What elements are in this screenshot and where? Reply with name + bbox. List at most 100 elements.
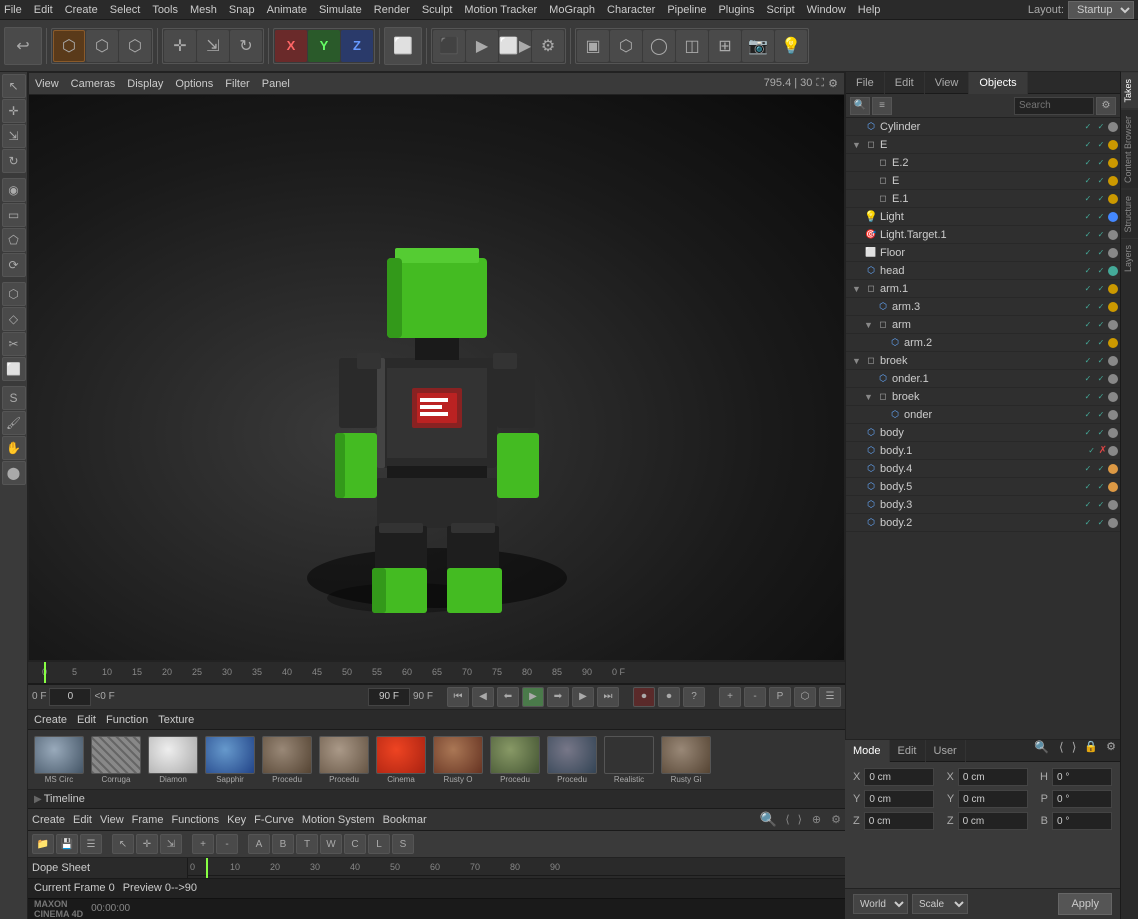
obj-row-light[interactable]: 💡 Light ✓ ✓ — [846, 208, 1120, 226]
tab-edit[interactable]: Edit — [885, 72, 925, 94]
scale-tool[interactable]: ⇲ — [2, 124, 26, 148]
obj-row-body2[interactable]: ⬡ body.2 ✓ ✓ — [846, 514, 1120, 532]
menu-mesh[interactable]: Mesh — [190, 4, 217, 16]
menu-window[interactable]: Window — [807, 4, 846, 16]
side-tab-layers[interactable]: Layers — [1121, 238, 1138, 278]
select-tool[interactable]: ↖ — [2, 74, 26, 98]
z-axis-button[interactable]: Z — [341, 30, 373, 62]
menu-simulate[interactable]: Simulate — [319, 4, 362, 16]
t2-search-icon[interactable]: 🔍 — [760, 811, 777, 828]
mat-menu-create[interactable]: Create — [34, 714, 67, 726]
tab-file[interactable]: File — [846, 72, 885, 94]
tab-objects[interactable]: Objects — [969, 72, 1027, 94]
obj-row-arm1[interactable]: ▼ ◻ arm.1 ✓ ✓ — [846, 280, 1120, 298]
knife-tool[interactable]: ✂ — [2, 332, 26, 356]
obj-row-cylinder[interactable]: ⬡ Cylinder ✓ ✓ — [846, 118, 1120, 136]
attr-tab-edit[interactable]: Edit — [890, 740, 926, 762]
material-procedu3[interactable]: Procedu — [488, 736, 542, 784]
obj-search-icon[interactable]: 🔍 — [850, 97, 870, 115]
obj-row-arm3[interactable]: ⬡ arm.3 ✓ ✓ — [846, 298, 1120, 316]
material-cinema[interactable]: Cinema — [374, 736, 428, 784]
add-keyframe-button[interactable]: + — [719, 687, 741, 707]
t2-fcurve[interactable]: F-Curve — [254, 814, 294, 826]
polygon-mode-button[interactable]: ⬡ — [119, 30, 151, 62]
sculpt-grab[interactable]: ✋ — [2, 436, 26, 460]
t2-bookmark[interactable]: Bookmar — [383, 814, 427, 826]
rect-select[interactable]: ▭ — [2, 203, 26, 227]
bridge-tool[interactable]: ⬜ — [2, 357, 26, 381]
obj-row-floor[interactable]: ⬜ Floor ✓ ✓ — [846, 244, 1120, 262]
play-button[interactable]: ▶ — [522, 687, 544, 707]
t2-tb-break[interactable]: B — [272, 834, 294, 854]
prev-key-button[interactable]: ⬅ — [497, 687, 519, 707]
move-tool[interactable]: ✛ — [2, 99, 26, 123]
side-tab-takes[interactable]: Takes — [1121, 72, 1138, 109]
auto-key-button[interactable]: P — [769, 687, 791, 707]
material-procedu1[interactable]: Procedu — [260, 736, 314, 784]
new-viewport-button[interactable]: ⬜ — [384, 27, 422, 65]
viewport-maximize-icon[interactable]: ⛶ — [816, 77, 824, 90]
attr-settings-icon[interactable]: ⚙ — [1102, 740, 1120, 761]
material-diamon[interactable]: Diamon — [146, 736, 200, 784]
z2-input[interactable] — [958, 812, 1028, 830]
t2-create[interactable]: Create — [32, 814, 65, 826]
rotate-button[interactable]: ↻ — [230, 30, 262, 62]
menu-plugins[interactable]: Plugins — [718, 4, 754, 16]
record-all-button[interactable]: ⏺ — [658, 687, 680, 707]
t2-tb-del-key[interactable]: - — [216, 834, 238, 854]
t2-view[interactable]: View — [100, 814, 124, 826]
polygon-shading-button[interactable]: ▣ — [577, 30, 609, 62]
viewport-menu-panel[interactable]: Panel — [262, 78, 290, 90]
prev-frame-button[interactable]: ◀ — [472, 687, 494, 707]
texture-button[interactable]: ◫ — [676, 30, 708, 62]
timeline-settings-button[interactable]: ☰ — [819, 687, 841, 707]
obj-row-head[interactable]: ⬡ head ✓ ✓ — [846, 262, 1120, 280]
obj-row-body1[interactable]: ⬡ body.1 ✓ ✗ — [846, 442, 1120, 460]
current-frame-input[interactable] — [49, 688, 91, 706]
viewport-menu-display[interactable]: Display — [127, 78, 163, 90]
next-key-button[interactable]: ➡ — [547, 687, 569, 707]
x-axis-button[interactable]: X — [275, 30, 307, 62]
next-frame-button[interactable]: ▶ — [572, 687, 594, 707]
t2-nav1[interactable]: ⟨ — [785, 813, 789, 826]
t2-tb-tangent[interactable]: T — [296, 834, 318, 854]
camera-button[interactable]: 📷 — [742, 30, 774, 62]
wireframe-button[interactable]: ⬡ — [610, 30, 642, 62]
obj-filter-icon[interactable]: ≡ — [872, 97, 892, 115]
menu-file[interactable]: File — [4, 4, 22, 16]
h-input[interactable] — [1052, 768, 1112, 786]
t2-tb-open[interactable]: 📁 — [32, 834, 54, 854]
menu-pipeline[interactable]: Pipeline — [667, 4, 706, 16]
end-preview-input[interactable] — [368, 688, 410, 706]
t2-frame[interactable]: Frame — [132, 814, 164, 826]
obj-row-broek[interactable]: ▼ ◻ broek ✓ ✓ — [846, 352, 1120, 370]
move-button[interactable]: ✛ — [164, 30, 196, 62]
obj-row-E1[interactable]: ◻ E.1 ✓ ✓ — [846, 190, 1120, 208]
render-region-button[interactable]: ⬛ — [433, 30, 465, 62]
del-keyframe-button[interactable]: - — [744, 687, 766, 707]
material-procedu2[interactable]: Procedu — [317, 736, 371, 784]
attr-tab-mode[interactable]: Mode — [845, 740, 890, 762]
obj-row-E[interactable]: ▼ ◻ E ✓ ✓ — [846, 136, 1120, 154]
transform-mode-select[interactable]: Scale Move Rotate — [912, 894, 968, 914]
y-input[interactable] — [864, 790, 934, 808]
light-button[interactable]: 💡 — [775, 30, 807, 62]
attr-tab-user[interactable]: User — [926, 740, 966, 762]
menu-sculpt[interactable]: Sculpt — [422, 4, 453, 16]
obj-row-broek-child[interactable]: ▼ ◻ broek ✓ ✓ — [846, 388, 1120, 406]
menu-select[interactable]: Select — [110, 4, 141, 16]
t2-tb-save[interactable]: 💾 — [56, 834, 78, 854]
viewport-menu-filter[interactable]: Filter — [225, 78, 249, 90]
y-axis-button[interactable]: Y — [308, 30, 340, 62]
floor-grid-button[interactable]: ⊞ — [709, 30, 741, 62]
viewport-menu-options[interactable]: Options — [175, 78, 213, 90]
menu-motiontracker[interactable]: Motion Tracker — [464, 4, 537, 16]
render-all-button[interactable]: ⬜▶ — [499, 30, 531, 62]
t2-tb-scale[interactable]: ⇲ — [160, 834, 182, 854]
paint-tool[interactable]: 🖌 — [2, 411, 26, 435]
record-active-button[interactable]: ⏺ — [633, 687, 655, 707]
render-settings-button[interactable]: ⚙ — [532, 30, 564, 62]
material-procedu4[interactable]: Procedu — [545, 736, 599, 784]
menu-help[interactable]: Help — [858, 4, 881, 16]
obj-row-arm[interactable]: ▼ ◻ arm ✓ ✓ — [846, 316, 1120, 334]
